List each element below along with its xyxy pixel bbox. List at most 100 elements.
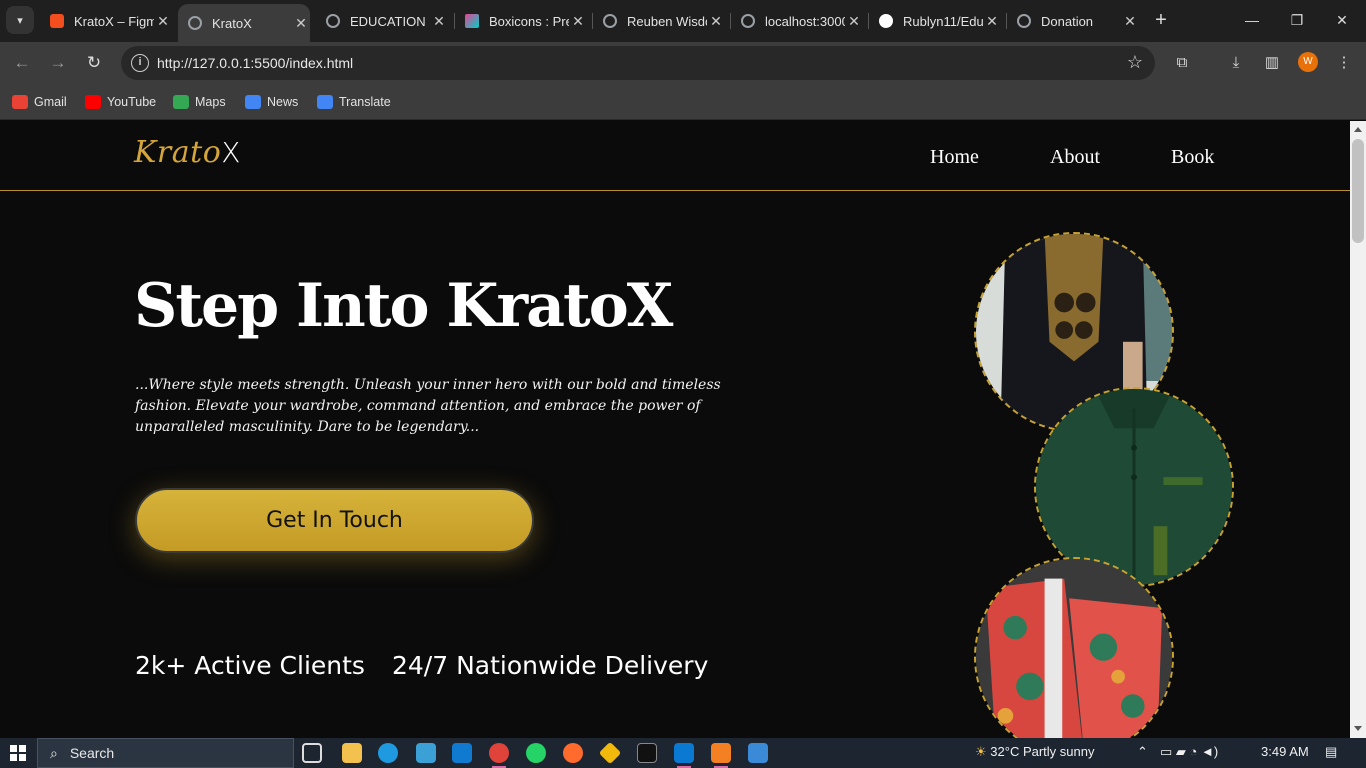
browser-toolbar: ← → ↻ i http://127.0.0.1:5500/index.html… — [0, 42, 1366, 84]
bookmark-label: YouTube — [107, 95, 157, 109]
extensions-icon[interactable]: ⧉ — [1172, 53, 1192, 73]
tab-label: EDUCATION — [350, 13, 426, 29]
menu-icon[interactable]: ⋮ — [1334, 53, 1354, 73]
tab-kratox[interactable]: KratoX ✕ — [178, 4, 310, 42]
bookmark-label: Gmail — [34, 95, 67, 109]
logo-script: Krato — [134, 135, 222, 170]
close-icon[interactable]: ✕ — [983, 13, 1001, 30]
whatsapp-icon[interactable] — [526, 743, 546, 763]
youtube-icon — [85, 95, 101, 109]
bookmark-youtube[interactable]: YouTube — [85, 93, 156, 111]
page-scrollbar[interactable] — [1350, 121, 1366, 738]
site-logo[interactable]: KratoX — [134, 135, 241, 170]
tab-label: Rublyn11/Edu — [903, 13, 983, 29]
globe-icon — [326, 14, 340, 28]
close-icon[interactable]: ✕ — [1121, 13, 1139, 30]
file-explorer-icon[interactable] — [342, 743, 362, 763]
weather-widget[interactable]: ☀ 32°C Partly sunny — [975, 744, 1094, 760]
store-icon[interactable] — [416, 743, 436, 763]
mail-icon[interactable] — [452, 743, 472, 763]
bookmark-label: Translate — [339, 95, 391, 109]
tab-strip: ▾ KratoX – Figma ✕ KratoX ✕ EDUCATION ✕ … — [0, 0, 1366, 42]
globe-icon — [188, 16, 202, 30]
bookmark-label: Maps — [195, 95, 226, 109]
stat-delivery: 24/7 Nationwide Delivery — [392, 651, 709, 680]
close-icon[interactable]: ✕ — [154, 13, 172, 30]
app-orange-icon[interactable] — [711, 743, 731, 768]
gmail-icon — [12, 95, 28, 109]
restore-button[interactable]: ❐ — [1285, 8, 1309, 32]
download-icon[interactable]: ⤓ — [1226, 53, 1246, 73]
close-icon[interactable]: ✕ — [707, 13, 725, 30]
clock[interactable]: 3:49 AM — [1261, 744, 1309, 759]
bookmark-gmail[interactable]: Gmail — [12, 93, 67, 111]
windows-taskbar: ⌕ Search ☀ 32°C Partly sunny ⌃ ▭ ▰ ◔ ◄) … — [0, 738, 1366, 768]
figma-icon — [50, 14, 64, 28]
page-viewport: KratoX Home About Book Step Into KratoX … — [0, 121, 1350, 738]
site-header: KratoX Home About Book — [0, 121, 1350, 191]
close-icon[interactable]: ✕ — [845, 13, 863, 30]
tab-localhost[interactable]: localhost:3000 ✕ — [731, 6, 863, 36]
edge-icon[interactable] — [378, 743, 398, 763]
get-in-touch-button[interactable]: Get In Touch — [135, 488, 534, 553]
globe-icon — [1017, 14, 1031, 28]
forward-button[interactable]: → — [46, 52, 70, 74]
close-window-button[interactable]: ✕ — [1330, 8, 1354, 32]
postman-icon[interactable] — [563, 743, 583, 763]
weather-text: 32°C Partly sunny — [990, 744, 1095, 759]
scroll-down-icon[interactable] — [1354, 726, 1362, 731]
tab-reuben-wisdom[interactable]: Reuben Wisdom ✕ — [593, 6, 725, 36]
hero-title: Step Into KratoX — [134, 271, 673, 341]
start-button[interactable] — [10, 745, 26, 761]
tab-label: Reuben Wisdom — [627, 13, 707, 29]
site-info-icon[interactable]: i — [131, 54, 149, 72]
tab-donation[interactable]: Donation ✕ — [1007, 6, 1139, 36]
partly-sunny-icon: ☀ — [975, 744, 987, 759]
tab-label: KratoX – Figma — [74, 13, 154, 29]
nav-home[interactable]: Home — [930, 146, 979, 169]
address-bar[interactable]: i http://127.0.0.1:5500/index.html ☆ — [121, 46, 1155, 80]
nav-book[interactable]: Book — [1171, 146, 1214, 169]
tab-kratox-figma[interactable]: KratoX – Figma ✕ — [40, 6, 172, 36]
bookmark-news[interactable]: News — [245, 93, 298, 111]
new-tab-button[interactable]: + — [1150, 9, 1172, 31]
search-placeholder: Search — [69, 745, 115, 761]
minimize-button[interactable]: — — [1240, 8, 1264, 32]
tab-education[interactable]: EDUCATION ✕ — [316, 6, 448, 36]
hero-subtitle: ...Where style meets strength. Unleash y… — [135, 377, 721, 435]
tab-boxicons[interactable]: Boxicons : Premium ✕ — [455, 6, 587, 36]
tray-chevron-icon[interactable]: ⌃ — [1137, 744, 1148, 760]
maps-icon — [173, 95, 189, 109]
vscode-icon[interactable] — [674, 743, 694, 768]
tab-github[interactable]: Rublyn11/Edu ✕ — [869, 6, 1001, 36]
close-icon[interactable]: ✕ — [292, 15, 310, 32]
globe-icon — [603, 14, 617, 28]
globe-icon — [741, 14, 755, 28]
notifications-icon[interactable]: ▤ — [1325, 744, 1337, 760]
bookmark-translate[interactable]: Translate — [317, 93, 391, 111]
url-text[interactable]: http://127.0.0.1:5500/index.html — [157, 55, 353, 71]
scroll-up-icon[interactable] — [1354, 127, 1362, 132]
reload-button[interactable]: ↻ — [82, 52, 106, 74]
stat-active-clients: 2k+ Active Clients — [135, 651, 365, 680]
bookmark-maps[interactable]: Maps — [173, 93, 226, 111]
back-button[interactable]: ← — [10, 52, 34, 74]
close-icon[interactable]: ✕ — [430, 13, 448, 30]
scroll-thumb[interactable] — [1352, 139, 1364, 243]
github-icon — [879, 14, 893, 28]
bookmarks-bar: Gmail YouTube Maps News Translate — [0, 84, 1366, 120]
taskbar-search[interactable]: ⌕ Search — [37, 738, 294, 768]
task-view-icon[interactable] — [302, 743, 322, 763]
tab-search-button[interactable]: ▾ — [6, 6, 34, 34]
bookmark-label: News — [267, 95, 299, 109]
chrome-icon[interactable] — [489, 743, 509, 768]
nav-about[interactable]: About — [1050, 146, 1100, 169]
tray-icons[interactable]: ▭ ▰ ◔ ◄) — [1160, 744, 1218, 760]
photos-icon[interactable] — [748, 743, 768, 763]
profile-avatar[interactable]: W — [1298, 52, 1318, 72]
side-panel-icon[interactable]: ▥ — [1262, 53, 1282, 73]
binance-icon[interactable] — [598, 741, 622, 765]
close-icon[interactable]: ✕ — [569, 13, 587, 30]
bookmark-star-icon[interactable]: ☆ — [1127, 52, 1143, 73]
tradingview-icon[interactable] — [637, 743, 657, 763]
